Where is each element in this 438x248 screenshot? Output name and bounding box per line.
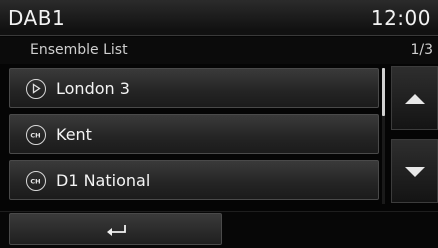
back-arrow-icon [107,225,126,236]
list-item-d1-national[interactable]: CH D1 National [9,160,379,200]
list-title: Ensemble List [30,42,128,58]
ensemble-list: London 3 CH Kent CH D1 National [9,68,381,206]
status-header: DAB1 12:00 [0,0,438,36]
back-button[interactable] [9,213,222,245]
scrollbar-thumb[interactable] [382,68,385,116]
page-indicator: 1/3 [410,42,433,58]
channel-icon: CH [26,171,46,191]
source-title: DAB1 [8,6,66,30]
channel-icon: CH [26,125,46,145]
list-item-label: Kent [56,125,92,144]
list-item-kent[interactable]: CH Kent [9,114,379,154]
list-item-label: London 3 [56,79,130,98]
triangle-up-icon [405,94,425,104]
channel-icon-text: CH [30,132,40,140]
list-header: Ensemble List 1/3 [0,37,438,64]
list-item-london-3[interactable]: London 3 [9,68,379,108]
play-icon [26,79,46,99]
scroll-up-button[interactable] [391,66,438,130]
triangle-down-icon [405,167,425,177]
scroll-down-button[interactable] [391,139,438,203]
dab-screen: DAB1 12:00 Ensemble List 1/3 London 3 CH… [0,0,438,248]
list-item-label: D1 National [56,171,151,190]
clock: 12:00 [370,6,431,30]
channel-icon-text: CH [30,178,40,186]
